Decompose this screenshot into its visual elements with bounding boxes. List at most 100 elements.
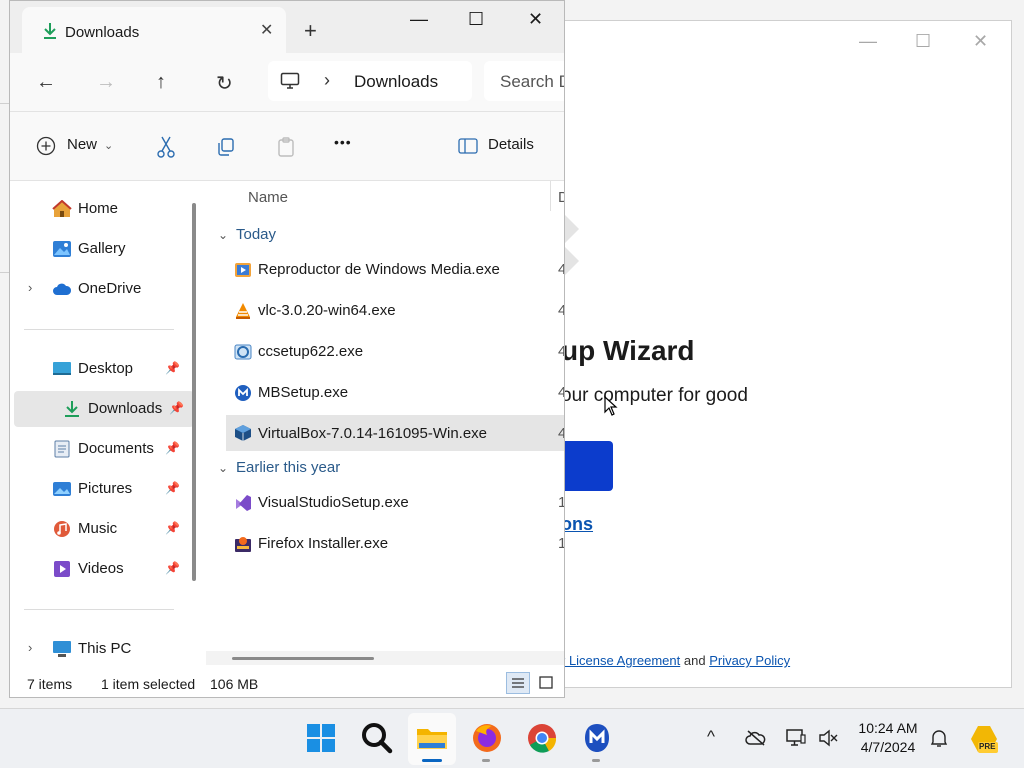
firefox-icon[interactable] <box>470 721 504 755</box>
sidebar-item-label: Music <box>78 520 118 537</box>
chrome-icon[interactable] <box>525 721 559 755</box>
sidebar-item-this-pc[interactable]: › This PC <box>10 631 190 667</box>
pin-icon[interactable]: 📌 <box>169 401 184 415</box>
installer-window[interactable]: — ☐ ✕ up Wizard our computer for good on… <box>560 20 1012 688</box>
sidebar-item-music[interactable]: Music 📌 <box>10 511 190 547</box>
file-row[interactable]: vlc-3.0.20-win64.exe 4 <box>226 294 564 328</box>
installer-maximize-button[interactable]: ☐ <box>915 31 931 52</box>
sidebar-item-downloads[interactable]: Downloads 📌 <box>14 391 194 427</box>
privacy-policy-link[interactable]: Privacy Policy <box>709 653 790 668</box>
installer-options-link[interactable]: ons <box>561 514 593 535</box>
file-row[interactable]: Reproductor de Windows Media.exe 4 <box>226 253 564 287</box>
expand-chevron-icon[interactable]: › <box>28 640 32 655</box>
sidebar-item-home[interactable]: Home <box>10 191 190 227</box>
file-name: MBSetup.exe <box>258 384 349 401</box>
new-button[interactable]: New <box>67 136 97 153</box>
start-icon[interactable] <box>304 721 338 755</box>
picture-icon <box>53 482 71 496</box>
malwarebytes-icon[interactable] <box>580 721 614 755</box>
sidebar-item-onedrive[interactable]: › OneDrive <box>10 271 190 307</box>
sidebar-item-videos[interactable]: Videos 📌 <box>10 551 190 587</box>
more-options-button[interactable]: ••• <box>334 134 352 150</box>
forward-button[interactable]: → <box>96 71 116 94</box>
sidebar-divider <box>24 609 174 610</box>
details-button[interactable]: Details <box>488 136 534 153</box>
group-collapse-chevron-icon[interactable]: ⌄ <box>218 228 236 242</box>
up-button[interactable]: ↑ <box>156 71 166 94</box>
music-icon <box>54 521 70 537</box>
onedrive-offline-icon[interactable] <box>745 729 767 747</box>
address-bar[interactable]: › Downloads <box>268 61 472 101</box>
insider-preview-badge[interactable]: PRE <box>968 723 1000 755</box>
pin-icon[interactable]: 📌 <box>165 361 180 375</box>
tab-close-button[interactable]: ✕ <box>260 20 273 40</box>
details-view-button[interactable] <box>506 672 530 694</box>
running-indicator <box>592 759 600 762</box>
file-row[interactable]: ccsetup622.exe 4 <box>226 335 564 369</box>
column-divider[interactable] <box>550 181 551 211</box>
license-agreement-link[interactable]: r License Agreement <box>561 653 680 668</box>
file-date: 1 <box>558 535 564 552</box>
file-row[interactable]: MBSetup.exe 4 <box>226 376 564 410</box>
back-button[interactable]: ← <box>36 71 56 94</box>
breadcrumb-downloads[interactable]: Downloads <box>354 72 438 92</box>
column-header-name[interactable]: Name <box>248 189 288 206</box>
copy-icon[interactable] <box>216 137 236 157</box>
file-row[interactable]: Firefox Installer.exe 1 <box>226 527 564 561</box>
minimize-button[interactable]: — <box>410 9 428 30</box>
sidebar-item-pictures[interactable]: Pictures 📌 <box>10 471 190 507</box>
search-box[interactable]: Search D <box>484 61 564 101</box>
search-input[interactable]: Search D <box>500 72 564 92</box>
pin-icon[interactable]: 📌 <box>165 481 180 495</box>
installer-close-button[interactable]: ✕ <box>973 31 988 52</box>
maximize-button[interactable]: ☐ <box>468 9 484 30</box>
expand-chevron-icon[interactable]: › <box>28 280 32 295</box>
malwarebytes-icon <box>235 385 251 401</box>
search-icon[interactable] <box>360 721 394 755</box>
vlc-icon <box>236 303 250 319</box>
status-bar: 7 items 1 item selected 106 MB <box>10 669 564 697</box>
pin-icon[interactable]: 📌 <box>165 521 180 535</box>
tiles-view-button[interactable] <box>534 672 558 694</box>
sidebar-item-desktop[interactable]: Desktop 📌 <box>10 351 190 387</box>
sidebar-item-label: Desktop <box>78 360 134 377</box>
column-header-date[interactable]: D <box>558 189 564 206</box>
volume-muted-icon[interactable] <box>818 729 838 747</box>
clock-time: 10:24 AM <box>858 720 918 736</box>
tray-overflow-chevron-icon[interactable]: ^ <box>707 727 715 747</box>
file-date: 1 <box>558 494 564 511</box>
pin-icon[interactable]: 📌 <box>165 441 180 455</box>
sidebar-item-gallery[interactable]: Gallery <box>10 231 190 267</box>
system-clock[interactable]: 10:24 AM 4/7/2024 <box>848 719 928 757</box>
pin-icon[interactable]: 📌 <box>165 561 180 575</box>
file-explorer-window[interactable]: Downloads ✕ + — ☐ ✕ ← → ↑ ↻ › Downloads … <box>9 0 565 698</box>
paste-icon[interactable] <box>276 136 296 158</box>
virtualbox-icon <box>235 425 251 441</box>
file-row-selected[interactable]: VirtualBox-7.0.14-161095-Win.exe 4 <box>226 415 564 451</box>
sidebar-scrollbar[interactable] <box>192 203 196 581</box>
network-icon[interactable] <box>785 728 807 748</box>
gallery-icon <box>53 241 71 257</box>
horizontal-scrollbar[interactable] <box>232 657 374 660</box>
item-count: 7 items <box>27 676 73 692</box>
new-dropdown-chevron-icon[interactable]: ⌄ <box>104 139 113 152</box>
new-tab-button[interactable]: + <box>304 20 317 42</box>
group-collapse-chevron-icon[interactable]: ⌄ <box>218 461 236 475</box>
tab-downloads[interactable]: Downloads ✕ <box>22 7 286 53</box>
file-row[interactable]: VisualStudioSetup.exe 1 <box>226 486 564 520</box>
installer-minimize-button[interactable]: — <box>859 31 877 52</box>
preview-badge-label: PRE <box>979 742 996 751</box>
running-indicator <box>422 759 442 762</box>
cut-icon[interactable] <box>156 136 176 158</box>
installer-primary-button[interactable] <box>561 441 613 491</box>
notification-bell-icon[interactable] <box>930 728 948 748</box>
sidebar-item-label: OneDrive <box>78 280 142 297</box>
file-explorer-icon[interactable] <box>415 721 449 755</box>
group-header-today[interactable]: ⌄ Today <box>218 226 276 243</box>
sidebar-item-documents[interactable]: Documents 📌 <box>10 431 190 467</box>
file-name: VirtualBox-7.0.14-161095-Win.exe <box>258 425 488 442</box>
group-header-earlier[interactable]: ⌄ Earlier this year <box>218 459 340 476</box>
computer-icon <box>53 641 71 657</box>
close-button[interactable]: ✕ <box>528 9 543 30</box>
refresh-button[interactable]: ↻ <box>216 71 233 96</box>
